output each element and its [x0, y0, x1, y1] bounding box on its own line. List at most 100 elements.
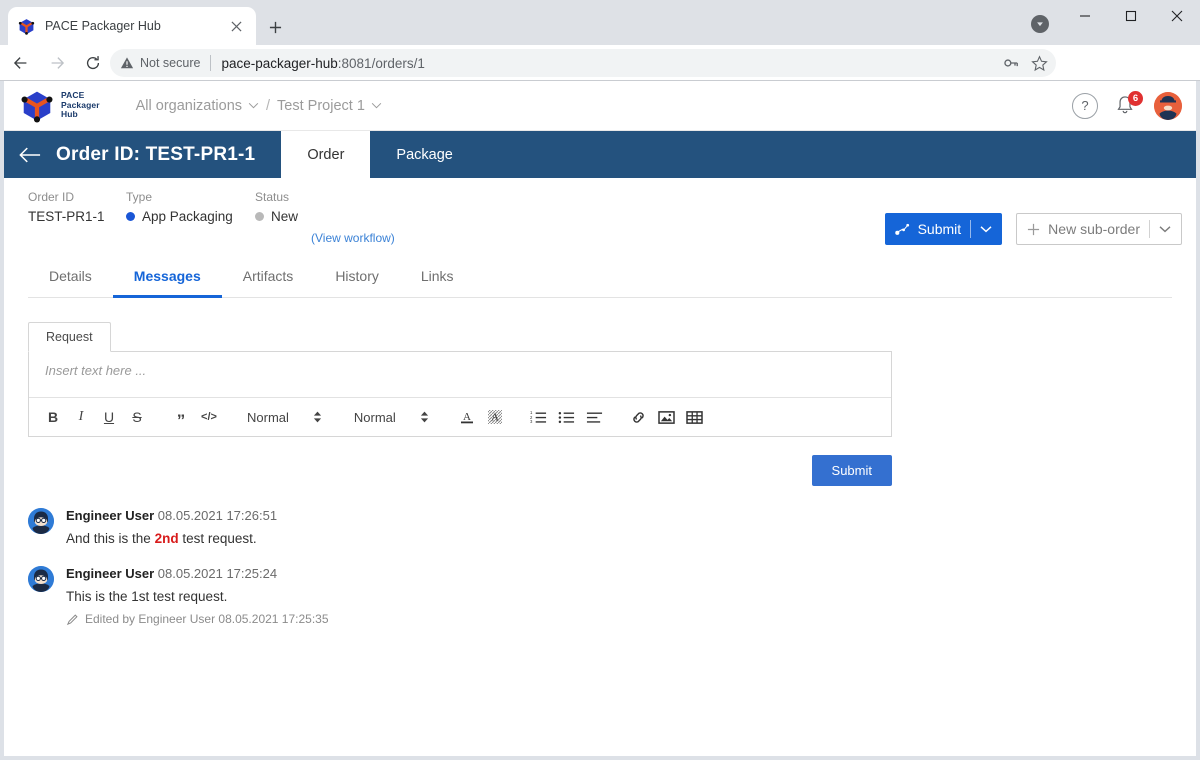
submit-divider [970, 220, 972, 238]
type-status-dot [126, 212, 135, 221]
new-suborder-divider [1149, 220, 1150, 238]
italic-button[interactable]: I [67, 403, 95, 431]
svg-text:A: A [463, 411, 471, 423]
code-button[interactable]: </> [195, 403, 223, 431]
meta-status-value: New [271, 209, 299, 224]
chevron-down-icon [371, 102, 382, 109]
submit-button[interactable]: Submit [884, 213, 1003, 245]
browser-window: PACE Packager Hub Not secure pace-packag… [0, 0, 1200, 760]
chevron-updown-icon [420, 411, 429, 423]
star-icon[interactable] [1026, 50, 1052, 76]
message-timestamp: 08.05.2021 17:26:51 [157, 508, 278, 523]
breadcrumb-organizations[interactable]: All organizations [136, 98, 259, 114]
user-avatar-icon[interactable] [1154, 91, 1182, 120]
workflow-nodes-icon [894, 223, 910, 236]
breadcrumb-organizations-label: All organizations [135, 97, 243, 114]
close-icon[interactable] [226, 16, 246, 36]
message-header: Engineer User 08.05.2021 17:25:24 [66, 566, 329, 581]
meta-order-id-label: Order ID [28, 190, 75, 204]
image-icon[interactable] [653, 403, 681, 431]
help-icon[interactable]: ? [1072, 92, 1098, 119]
app-logo-text: PACE Packager Hub [61, 91, 100, 120]
tab-messages[interactable]: Messages [112, 258, 222, 298]
browser-tab-title: PACE Packager Hub [45, 19, 161, 33]
ordered-list-icon[interactable]: 1 2 3 [525, 403, 553, 431]
editor-tab-strip: Request [28, 322, 892, 352]
message-edited-note: Edited by Engineer User 08.05.2021 17:25… [66, 612, 329, 626]
breadcrumb: All organizations / Test Project 1 [136, 98, 382, 114]
order-tabs: Order Package [281, 131, 479, 178]
message-body: Engineer User 08.05.2021 17:26:51 And th… [66, 508, 277, 546]
arrow-right-icon[interactable] [42, 48, 72, 78]
message-text: And this is the 2nd test request. [66, 531, 277, 546]
security-label: Not secure [140, 56, 201, 70]
meta-order-id: Order ID TEST-PR1-1 [28, 190, 105, 224]
close-window-button[interactable] [1154, 0, 1200, 32]
link-icon[interactable] [625, 403, 653, 431]
browser-toolbar: Not secure pace-packager-hub:8081/orders… [0, 45, 1200, 119]
browser-tab[interactable]: PACE Packager Hub [8, 7, 256, 45]
editor-tab-request[interactable]: Request [28, 322, 111, 352]
tab-order[interactable]: Order [281, 131, 371, 178]
font-color-icon[interactable]: A [453, 403, 481, 431]
order-subtabs: Details Messages Artifacts History Links [28, 258, 1172, 298]
message-list: Engineer User 08.05.2021 17:26:51 And th… [28, 508, 1196, 626]
align-left-icon[interactable] [581, 403, 609, 431]
blockquote-button[interactable]: ” [167, 399, 195, 435]
message-editor: Request Insert text here ... B I U S ” <… [28, 322, 892, 437]
svg-text:3: 3 [530, 419, 533, 424]
underline-button[interactable]: U [95, 403, 123, 431]
tab-links[interactable]: Links [400, 258, 475, 297]
tab-package[interactable]: Package [370, 131, 478, 178]
highlight-color-icon[interactable]: A [481, 403, 509, 431]
tab-history[interactable]: History [314, 258, 400, 297]
editor-submit-row: Submit [4, 455, 892, 486]
maximize-button[interactable] [1108, 0, 1154, 32]
editor-toolbar: B I U S ” </> Normal Normal A A 1 2 3 [29, 398, 891, 436]
arrow-left-icon[interactable] [6, 48, 36, 78]
chevron-down-icon[interactable] [1159, 225, 1171, 233]
meta-type-label: Type [126, 190, 153, 204]
message-author: Engineer User [66, 508, 155, 523]
security-status[interactable]: Not secure [120, 56, 200, 70]
reload-icon[interactable] [78, 48, 108, 78]
font-family-select[interactable]: Normal [241, 410, 328, 425]
strikethrough-button[interactable]: S [123, 403, 151, 431]
meta-type-value-wrap: App Packaging [126, 209, 233, 224]
chevron-down-icon[interactable] [980, 225, 992, 233]
warning-triangle-icon [120, 56, 134, 70]
omnibox-actions [998, 49, 1052, 77]
url-text: pace-packager-hub:8081/orders/1 [221, 56, 424, 71]
editor-box: Insert text here ... B I U S ” </> Norma… [28, 351, 892, 437]
meta-status-label: Status [255, 190, 290, 204]
font-size-select[interactable]: Normal [348, 410, 435, 425]
app-logo[interactable]: PACE Packager Hub [20, 89, 100, 123]
back-button[interactable] [4, 131, 56, 178]
table-icon[interactable] [681, 403, 709, 431]
message-text: This is the 1st test request. [66, 589, 228, 604]
tab-details[interactable]: Details [28, 258, 113, 297]
download-arrow-icon[interactable] [1031, 15, 1049, 33]
notifications-button[interactable]: 6 [1114, 90, 1143, 118]
bold-button[interactable]: B [39, 403, 67, 431]
font-family-value: Normal [247, 409, 289, 425]
url-path: :8081/orders/1 [337, 55, 425, 71]
chevron-updown-icon [313, 411, 322, 423]
message-submit-button[interactable]: Submit [811, 455, 892, 486]
bullet-list-icon[interactable] [553, 403, 581, 431]
status-dot [255, 212, 264, 221]
message-item: Engineer User 08.05.2021 17:26:51 And th… [28, 508, 1196, 546]
minimize-button[interactable] [1062, 0, 1108, 32]
tab-artifacts[interactable]: Artifacts [222, 258, 315, 297]
new-suborder-label: New sub-order [1048, 221, 1140, 237]
message-input[interactable]: Insert text here ... [29, 352, 891, 398]
address-bar[interactable]: Not secure pace-packager-hub:8081/orders… [110, 49, 1056, 77]
message-text-after: test request. [178, 531, 257, 546]
omnibox-divider [210, 55, 212, 71]
new-suborder-button[interactable]: New sub-order [1016, 213, 1182, 245]
view-workflow-link[interactable]: (View workflow) [311, 231, 395, 245]
pace-cube-icon [20, 89, 54, 123]
key-icon[interactable] [998, 50, 1024, 76]
new-tab-button[interactable] [262, 14, 288, 40]
breadcrumb-project[interactable]: Test Project 1 [277, 98, 382, 114]
